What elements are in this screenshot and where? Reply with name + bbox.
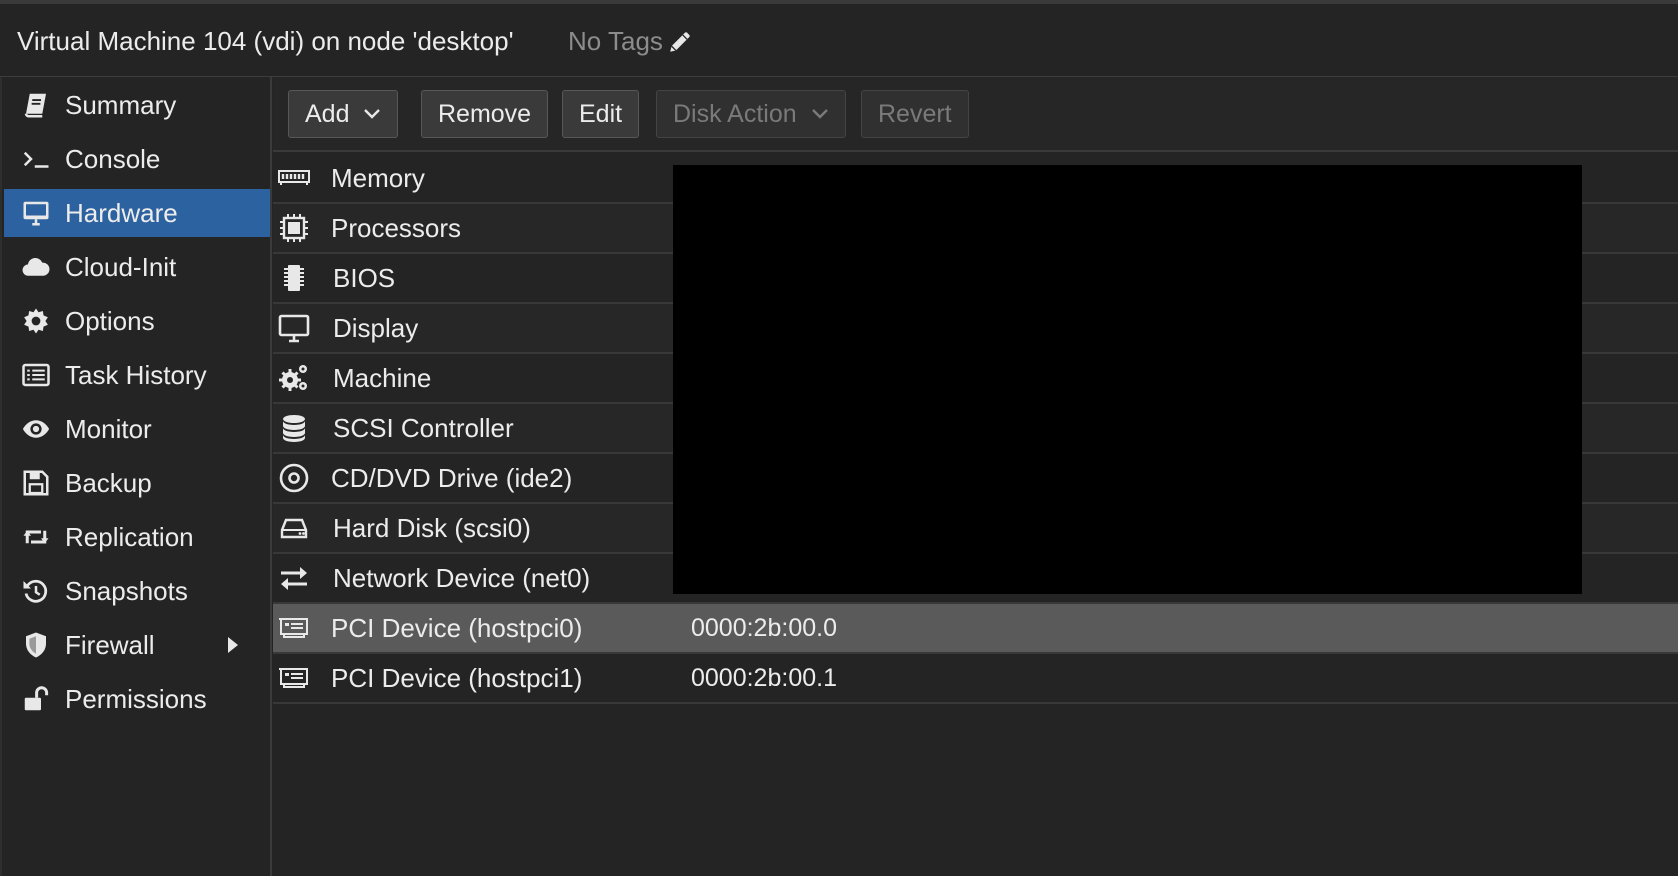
page-title: Virtual Machine 104 (vdi) on node 'deskt… [17, 26, 514, 56]
sidebar-item-label: Snapshots [65, 575, 188, 606]
sidebar-item-cloud-init[interactable]: Cloud-Init [4, 243, 270, 291]
sidebar-item-label: Hardware [65, 197, 178, 228]
monitor-icon [277, 311, 311, 345]
sidebar-item-label: Backup [65, 467, 152, 498]
sidebar-item-hardware[interactable]: Hardware [4, 189, 270, 237]
edit-button[interactable]: Edit [562, 90, 640, 138]
chevron-down-icon [811, 109, 828, 119]
sidebar-item-monitor[interactable]: Monitor [4, 405, 270, 453]
unlock-icon [20, 683, 52, 715]
pci-card-icon [277, 661, 311, 695]
sidebar-item-label: Firewall [65, 629, 155, 660]
revert-button[interactable]: Revert [861, 90, 969, 138]
row-value: 0000:2b:00.1 [691, 663, 837, 692]
database-icon [277, 411, 311, 445]
eye-icon [20, 413, 52, 445]
row-key: PCI Device (hostpci1) [331, 662, 583, 693]
sidebar: Summary Console Hardware Cloud-Init Opti… [0, 77, 272, 876]
hdd-icon [277, 511, 311, 545]
list-icon [20, 359, 52, 391]
row-key: Display [333, 312, 419, 343]
exchange-icon [277, 561, 311, 595]
chevron-down-icon [364, 109, 381, 119]
floppy-icon [20, 467, 52, 499]
sidebar-item-firewall[interactable]: Firewall [4, 621, 270, 669]
memory-icon [277, 161, 311, 195]
tags-editor[interactable]: No Tags [568, 26, 693, 57]
retweet-icon [20, 521, 52, 553]
sidebar-item-label: Cloud-Init [65, 251, 177, 282]
add-button-label: Add [305, 99, 350, 128]
row-key: BIOS [333, 262, 396, 293]
row-key: Machine [333, 362, 432, 393]
disk-action-button[interactable]: Disk Action [656, 90, 846, 138]
sidebar-item-label: Console [65, 143, 161, 174]
row-key: Processors [331, 212, 462, 243]
table-row[interactable]: PCI Device (hostpci0) 0000:2b:00.0 [273, 604, 1678, 654]
pencil-icon[interactable] [667, 29, 693, 55]
sidebar-item-console[interactable]: Console [4, 135, 270, 183]
row-key: Memory [331, 162, 425, 193]
sidebar-item-label: Permissions [65, 683, 207, 714]
sidebar-item-label: Replication [65, 521, 194, 552]
history-icon [20, 575, 52, 607]
sidebar-item-summary[interactable]: Summary [4, 81, 270, 129]
cogs-icon [277, 361, 311, 395]
toolbar: Add Remove Edit Disk Action Revert [273, 77, 1678, 152]
cpu-icon [277, 211, 311, 245]
add-button[interactable]: Add [288, 90, 399, 138]
microchip-icon [277, 261, 311, 295]
row-value: 0000:2b:00.0 [691, 613, 837, 642]
redacted-area [673, 165, 1582, 594]
gear-icon [20, 305, 52, 337]
header-bar: Virtual Machine 104 (vdi) on node 'deskt… [0, 0, 1678, 77]
sidebar-item-permissions[interactable]: Permissions [4, 675, 270, 723]
sidebar-item-snapshots[interactable]: Snapshots [4, 567, 270, 615]
disk-action-label: Disk Action [673, 99, 797, 128]
row-key: SCSI Controller [333, 412, 514, 443]
sidebar-item-label: Monitor [65, 413, 152, 444]
sidebar-item-label: Options [65, 305, 155, 336]
row-key: CD/DVD Drive (ide2) [331, 462, 573, 493]
table-row[interactable]: PCI Device (hostpci1) 0000:2b:00.1 [273, 654, 1678, 704]
sidebar-item-options[interactable]: Options [4, 297, 270, 345]
book-icon [20, 89, 52, 121]
row-key: Network Device (net0) [333, 562, 591, 593]
expand-arrow-icon[interactable] [225, 634, 241, 656]
pci-card-icon [277, 611, 311, 645]
terminal-icon [20, 143, 52, 175]
row-key: PCI Device (hostpci0) [331, 612, 583, 643]
remove-button[interactable]: Remove [421, 90, 549, 138]
tags-label: No Tags [568, 26, 663, 56]
sidebar-item-replication[interactable]: Replication [4, 513, 270, 561]
cloud-icon [20, 251, 52, 283]
desktop-icon [20, 197, 52, 229]
sidebar-item-label: Task History [65, 359, 207, 390]
sidebar-item-task-history[interactable]: Task History [4, 351, 270, 399]
row-key: Hard Disk (scsi0) [333, 512, 531, 543]
shield-icon [20, 629, 52, 661]
disc-icon [277, 461, 311, 495]
sidebar-item-backup[interactable]: Backup [4, 459, 270, 507]
sidebar-item-label: Summary [65, 89, 177, 120]
